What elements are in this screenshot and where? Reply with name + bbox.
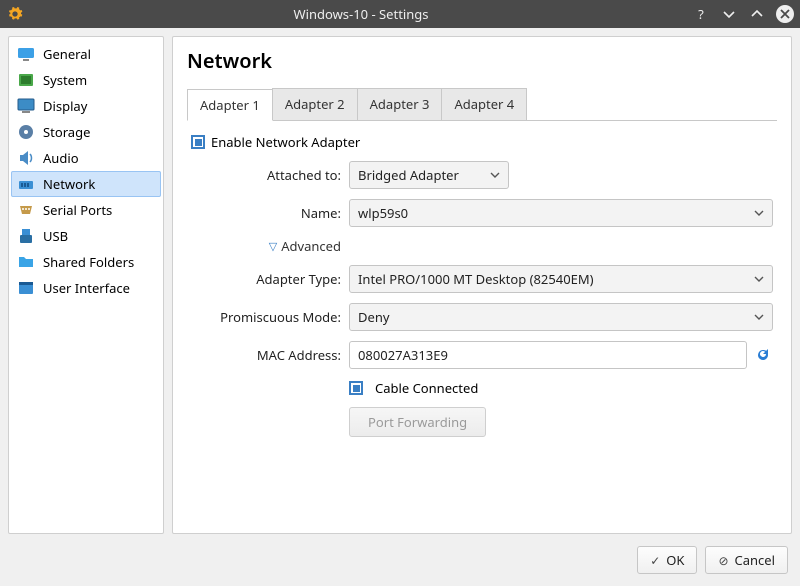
sidebar-item-serial-ports[interactable]: Serial Ports — [11, 197, 161, 223]
cancel-label: Cancel — [735, 551, 775, 569]
tab-adapter-2[interactable]: Adapter 2 — [272, 88, 358, 120]
check-icon: ✓ — [650, 552, 660, 569]
sidebar-item-shared-folders[interactable]: Shared Folders — [11, 249, 161, 275]
sidebar-item-network[interactable]: Network — [11, 171, 161, 197]
general-icon — [17, 45, 35, 63]
refresh-mac-button[interactable] — [753, 345, 773, 365]
promiscuous-mode-value: Deny — [358, 308, 390, 326]
sidebar-item-label: Display — [43, 97, 87, 115]
tabs: Adapter 1 Adapter 2 Adapter 3 Adapter 4 — [187, 88, 777, 121]
folder-icon — [17, 253, 35, 271]
serial-icon — [17, 201, 35, 219]
triangle-down-icon: ▽ — [269, 239, 277, 254]
system-icon — [17, 71, 35, 89]
cancel-button[interactable]: ⊘ Cancel — [705, 546, 788, 574]
chevron-down-icon — [754, 312, 764, 322]
maximize-icon[interactable] — [748, 5, 766, 23]
promiscuous-mode-label: Promiscuous Mode: — [191, 308, 349, 326]
port-forwarding-button: Port Forwarding — [349, 407, 486, 437]
window-title: Windows-10 - Settings — [30, 5, 692, 23]
chevron-down-icon — [754, 274, 764, 284]
ok-button[interactable]: ✓ OK — [637, 546, 697, 574]
audio-icon — [17, 149, 35, 167]
advanced-label: Advanced — [281, 237, 341, 255]
sidebar-item-label: Audio — [43, 149, 79, 167]
display-icon — [17, 97, 35, 115]
enable-adapter-label: Enable Network Adapter — [211, 133, 360, 151]
enable-adapter-checkbox[interactable] — [191, 135, 205, 149]
sidebar-item-label: General — [43, 45, 91, 63]
mac-address-label: MAC Address: — [191, 346, 349, 364]
sidebar-item-system[interactable]: System — [11, 67, 161, 93]
promiscuous-mode-select[interactable]: Deny — [349, 303, 773, 331]
close-icon[interactable] — [776, 5, 794, 23]
attached-to-value: Bridged Adapter — [358, 166, 459, 184]
sidebar-item-label: Network — [43, 175, 95, 193]
sidebar-item-label: Serial Ports — [43, 201, 112, 219]
main-panel: Network Adapter 1 Adapter 2 Adapter 3 Ad… — [172, 36, 792, 534]
name-value: wlp59s0 — [358, 204, 408, 222]
sidebar-item-label: Storage — [43, 123, 90, 141]
sidebar-item-label: System — [43, 71, 87, 89]
sidebar-item-usb[interactable]: USB — [11, 223, 161, 249]
cable-connected-checkbox[interactable] — [349, 381, 363, 395]
adapter-type-select[interactable]: Intel PRO/1000 MT Desktop (82540EM) — [349, 265, 773, 293]
ok-label: OK — [666, 551, 684, 569]
advanced-toggle[interactable]: ▽ Advanced — [269, 237, 341, 255]
attached-to-select[interactable]: Bridged Adapter — [349, 161, 509, 189]
name-label: Name: — [191, 204, 349, 222]
storage-icon — [17, 123, 35, 141]
sidebar-item-general[interactable]: General — [11, 41, 161, 67]
cancel-icon: ⊘ — [718, 552, 728, 569]
cable-connected-label: Cable Connected — [375, 379, 478, 397]
tab-adapter-1[interactable]: Adapter 1 — [187, 89, 273, 121]
sidebar: General System Display Storage Audio Net… — [8, 36, 164, 534]
mac-address-input[interactable]: 080027A313E9 — [349, 341, 747, 369]
titlebar: Windows-10 - Settings ? — [0, 0, 800, 28]
help-icon[interactable]: ? — [692, 5, 710, 23]
sidebar-item-storage[interactable]: Storage — [11, 119, 161, 145]
dialog-footer: ✓ OK ⊘ Cancel — [0, 542, 800, 586]
sidebar-item-label: USB — [43, 227, 68, 245]
sidebar-item-label: User Interface — [43, 279, 130, 297]
usb-icon — [17, 227, 35, 245]
gear-icon — [6, 5, 24, 23]
minimize-icon[interactable] — [720, 5, 738, 23]
ui-icon — [17, 279, 35, 297]
sidebar-item-display[interactable]: Display — [11, 93, 161, 119]
tab-adapter-4[interactable]: Adapter 4 — [441, 88, 527, 120]
sidebar-item-audio[interactable]: Audio — [11, 145, 161, 171]
attached-to-label: Attached to: — [191, 166, 349, 184]
adapter-type-label: Adapter Type: — [191, 270, 349, 288]
sidebar-item-user-interface[interactable]: User Interface — [11, 275, 161, 301]
network-icon — [17, 175, 35, 193]
tab-adapter-3[interactable]: Adapter 3 — [357, 88, 443, 120]
sidebar-item-label: Shared Folders — [43, 253, 134, 271]
adapter-type-value: Intel PRO/1000 MT Desktop (82540EM) — [358, 270, 594, 288]
page-title: Network — [187, 47, 777, 74]
mac-address-value: 080027A313E9 — [358, 346, 448, 364]
chevron-down-icon — [754, 208, 764, 218]
name-select[interactable]: wlp59s0 — [349, 199, 773, 227]
chevron-down-icon — [490, 170, 500, 180]
